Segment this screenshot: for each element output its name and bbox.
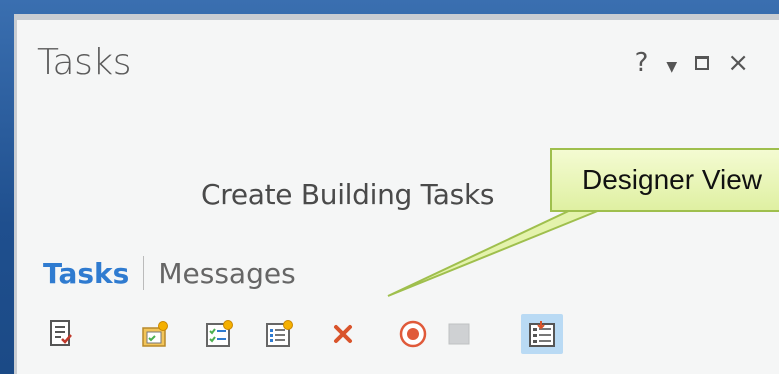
tab-messages[interactable]: Messages [158,257,295,290]
tab-separator [143,256,145,290]
designer-view-button[interactable] [521,314,563,354]
record-button[interactable] [397,316,429,352]
stop-icon [448,323,470,345]
delete-icon [334,325,352,343]
pane-tabs: Tasks Messages [43,256,296,290]
task-item-properties-button[interactable] [45,316,77,352]
record-icon [399,320,427,348]
pane-window-controls: ? ▼ × [635,50,749,76]
designer-view-icon [529,321,555,347]
stop-button[interactable] [443,316,475,352]
new-step-icon [266,320,293,347]
callout-text: Designer View [582,164,763,195]
new-step-button[interactable] [263,316,295,352]
new-task-group-icon [142,321,168,347]
new-task-icon [206,320,233,347]
delete-button[interactable] [327,316,359,352]
pane-title: Tasks [37,42,131,83]
tab-tasks[interactable]: Tasks [43,257,129,290]
designer-view-callout: Designer View [550,148,779,212]
close-icon[interactable]: × [727,50,749,76]
new-task-button[interactable] [203,316,235,352]
task-item-properties-icon [50,320,72,346]
help-button[interactable]: ? [635,50,649,76]
maximize-icon[interactable] [695,56,710,70]
new-task-group-button[interactable] [139,316,171,352]
options-menu-icon[interactable]: ▼ [666,60,677,74]
task-item-name: Create Building Tasks [201,178,495,211]
